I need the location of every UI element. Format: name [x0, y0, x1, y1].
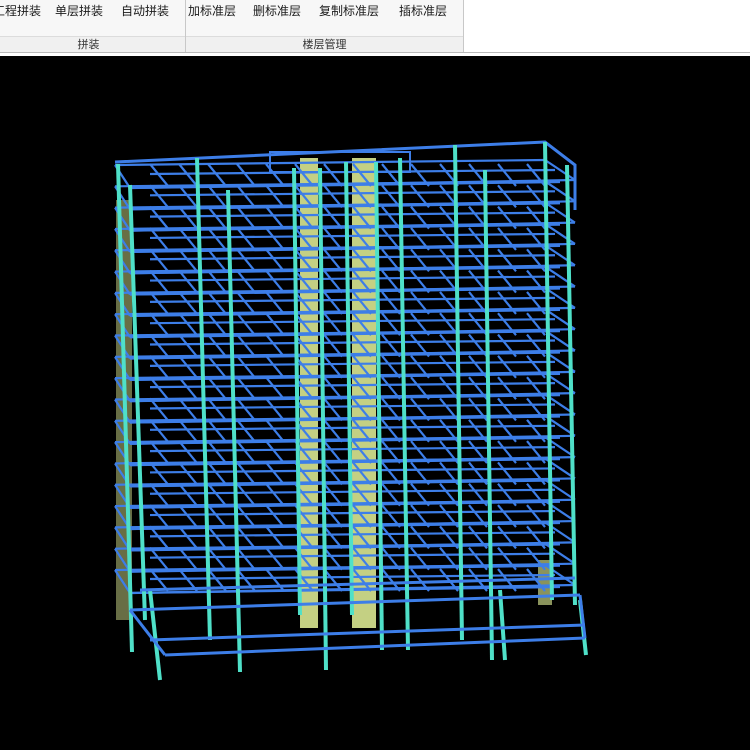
cross-beam	[236, 227, 256, 251]
cross-beam	[207, 205, 227, 230]
cross-beam	[236, 312, 256, 336]
ribbon-group-label-floor-management: 楼层管理	[186, 36, 463, 53]
cross-beam	[178, 397, 198, 422]
cross-beam	[236, 376, 256, 400]
cross-beam	[236, 504, 256, 528]
podium-beam	[128, 609, 167, 656]
cross-beam	[265, 355, 285, 379]
building-structure-model[interactable]	[0, 56, 750, 750]
cross-beam	[265, 248, 285, 272]
cross-beam	[178, 205, 198, 230]
cross-beam	[236, 461, 256, 486]
cross-beam	[207, 461, 227, 486]
cross-beam	[236, 269, 256, 294]
cross-beam	[236, 291, 256, 315]
cross-beam	[265, 440, 285, 464]
cross-beam	[265, 291, 285, 315]
cross-beam	[265, 312, 285, 336]
cross-beam	[207, 397, 227, 422]
auto-assemble-button[interactable]: 自动拼装	[120, 2, 170, 20]
cross-beam	[207, 355, 227, 379]
cross-beam	[236, 205, 256, 230]
cross-beam	[207, 312, 227, 336]
cross-beam	[178, 227, 198, 251]
cross-beam	[236, 248, 256, 272]
cross-beam	[207, 291, 227, 315]
cross-beam	[178, 376, 198, 400]
cross-beam	[265, 184, 285, 209]
ribbon-toolbar: 工程拼装 单层拼装 自动拼装 拼装 加标准层 删标准层 复制标准层 插标准层 楼…	[0, 0, 750, 55]
cross-beam	[178, 269, 198, 294]
cross-beam	[178, 248, 198, 272]
cross-beam	[178, 355, 198, 379]
add-standard-floor-button[interactable]: 加标准层	[187, 2, 237, 20]
cross-beam	[265, 483, 285, 507]
delete-standard-floor-button[interactable]: 删标准层	[252, 2, 302, 20]
cross-beam	[265, 419, 285, 443]
cross-beam	[236, 163, 256, 187]
cross-beam	[265, 163, 285, 187]
ribbon-group-floor-management: 加标准层 删标准层 复制标准层 插标准层 楼层管理	[186, 0, 464, 53]
cross-beam	[265, 269, 285, 294]
column-15	[498, 589, 507, 661]
cross-beam	[265, 546, 285, 571]
cross-beam	[207, 419, 227, 443]
cross-beam	[207, 376, 227, 400]
cross-beam	[178, 440, 198, 464]
column-4	[226, 189, 242, 673]
cross-beam	[265, 227, 285, 251]
cross-beam	[178, 184, 198, 209]
cross-beam	[178, 504, 198, 528]
cross-beam	[236, 525, 256, 550]
cross-beam	[236, 483, 256, 507]
cross-beam	[207, 546, 227, 571]
3d-model-viewport[interactable]	[0, 56, 750, 750]
cross-beam	[178, 525, 198, 550]
cross-beam	[207, 483, 227, 507]
cross-beam	[236, 440, 256, 464]
cross-beam	[207, 248, 227, 272]
cross-beam	[178, 483, 198, 507]
cross-beam	[236, 355, 256, 379]
column-12	[543, 141, 554, 601]
cross-beam	[207, 525, 227, 550]
cross-beam	[236, 419, 256, 443]
cross-beam	[178, 312, 198, 336]
cross-beam	[265, 333, 285, 358]
ribbon-group-label-assemble: 拼装	[0, 36, 185, 53]
copy-standard-floor-button[interactable]: 复制标准层	[318, 2, 380, 20]
cross-beam	[236, 397, 256, 422]
cross-beam	[207, 163, 227, 187]
cross-beam	[265, 376, 285, 400]
cross-beam	[207, 184, 227, 209]
project-assemble-button[interactable]: 工程拼装	[0, 2, 42, 20]
cross-beam	[236, 333, 256, 358]
cross-beam	[207, 333, 227, 358]
single-floor-assemble-button[interactable]: 单层拼装	[54, 2, 104, 20]
column-14	[148, 589, 162, 681]
cross-beam	[178, 333, 198, 358]
cross-beam	[178, 419, 198, 443]
cross-beam	[178, 291, 198, 315]
cross-beam	[265, 461, 285, 486]
cross-beam	[207, 440, 227, 464]
cross-beam	[265, 205, 285, 230]
ribbon-separator	[0, 52, 750, 53]
cross-beam	[207, 269, 227, 294]
ribbon-group-assemble: 工程拼装 单层拼装 自动拼装 拼装	[0, 0, 186, 53]
cross-beam	[265, 525, 285, 550]
podium-beam	[164, 636, 586, 657]
cross-beam	[178, 546, 198, 571]
cross-beam	[236, 546, 256, 571]
cross-beam	[207, 227, 227, 251]
cross-beam	[178, 461, 198, 486]
cross-beam	[236, 184, 256, 209]
cross-beam	[178, 163, 198, 187]
insert-standard-floor-button[interactable]: 插标准层	[398, 2, 448, 20]
cross-beam	[265, 397, 285, 422]
cross-beam	[265, 504, 285, 528]
cross-beam	[207, 504, 227, 528]
